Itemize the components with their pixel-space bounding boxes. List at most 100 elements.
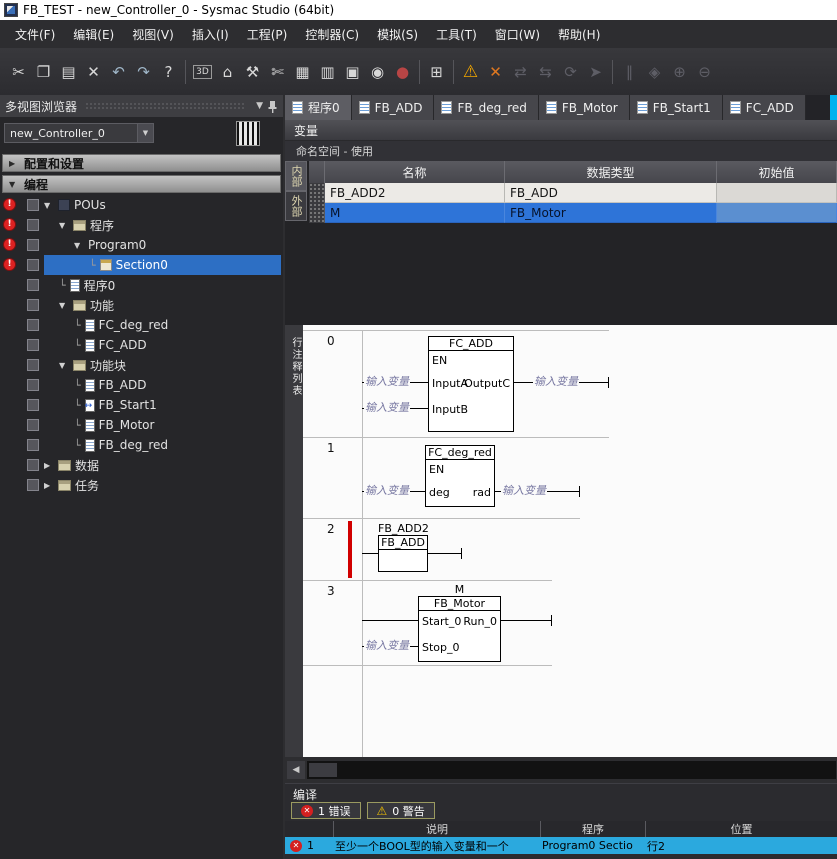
tree-item-fb-motor[interactable]: └ FB_Motor [0, 415, 283, 435]
warning-filter-button[interactable]: ⚠ 0 警告 [367, 802, 435, 819]
chevron-down-icon[interactable]: ▼ [74, 241, 84, 250]
undo-icon[interactable]: ↶ [106, 59, 131, 85]
controller-selector[interactable]: new_Controller_0 ▼ [4, 123, 154, 143]
tree-item-function-blocks-folder[interactable]: ▼ 功能块 [0, 355, 283, 375]
variable-placeholder[interactable]: 输入变量 [364, 639, 410, 652]
menu-view[interactable]: 视图(V) [123, 22, 183, 47]
paste-icon[interactable]: ▤ [56, 59, 81, 85]
synchronize-icon[interactable]: ⟳ [558, 59, 583, 85]
ladder-editor-icon[interactable]: ▣ [340, 59, 365, 85]
tree-item-program0[interactable]: ! ▼ Program0 [0, 235, 283, 255]
pin-icon[interactable] [267, 100, 278, 113]
menu-file[interactable]: 文件(F) [6, 22, 64, 47]
tree-item-fc-deg-red[interactable]: └ FC_deg_red [0, 315, 283, 335]
output-window-icon[interactable]: ⌂ [215, 59, 240, 85]
build-header-location[interactable]: 位置 [645, 821, 837, 837]
variable-placeholder[interactable]: 输入变量 [364, 484, 410, 497]
cross-reference-icon[interactable]: ▥ [315, 59, 340, 85]
input-pin[interactable]: deg [429, 486, 450, 499]
variables-section-bar[interactable]: 变量 [285, 120, 837, 141]
cut-icon[interactable]: ✂ [6, 59, 31, 85]
snip-icon[interactable]: ✄ [265, 59, 290, 85]
pause-icon[interactable]: ∥ [617, 59, 642, 85]
copy-icon[interactable]: ❐ [31, 59, 56, 85]
tab-scroll-indicator[interactable] [830, 95, 837, 120]
variable-type-cell[interactable]: FB_ADD [505, 183, 717, 203]
redo-icon[interactable]: ↷ [131, 59, 156, 85]
output-pin[interactable]: rad [473, 486, 491, 499]
tree-item-section0[interactable]: ! └ Section0 [0, 255, 283, 275]
menu-simulation[interactable]: 模拟(S) [368, 22, 427, 47]
tree-group-programming[interactable]: ▼编程 [0, 174, 283, 195]
scrollbar-track[interactable] [307, 761, 836, 779]
fb-instance-name[interactable]: FB_ADD2 [378, 522, 429, 535]
tree-item-fb-deg-red[interactable]: └ FB_deg_red [0, 435, 283, 455]
tree-item-program0-cn[interactable]: └ 程序0 [0, 275, 283, 295]
row-handle[interactable] [309, 183, 325, 203]
chevron-down-icon[interactable]: ▼ [59, 361, 69, 370]
tree-item-fb-add[interactable]: └ FB_ADD [0, 375, 283, 395]
tab-fb-deg-red[interactable]: FB_deg_red [434, 95, 538, 120]
column-header-datatype[interactable]: 数据类型 [505, 161, 717, 183]
debug-icon[interactable]: ◈ [642, 59, 667, 85]
tab-fb-motor[interactable]: FB_Motor [539, 95, 630, 120]
tree-item-fb-start1[interactable]: └ FB_Start1 [0, 395, 283, 415]
output-pin[interactable]: OutputC [464, 377, 510, 390]
variable-placeholder[interactable]: 输入变量 [364, 375, 410, 388]
chevron-down-icon[interactable]: ▼ [59, 301, 69, 310]
input-pin[interactable]: Start_0 [422, 615, 461, 628]
variable-name-cell[interactable]: FB_ADD2 [325, 183, 505, 203]
variable-placeholder[interactable]: 输入变量 [501, 484, 547, 497]
tree-item-tasks[interactable]: ▶ 任务 [0, 475, 283, 495]
tools-icon[interactable]: ⚒ [240, 59, 265, 85]
zoom-in-icon[interactable]: ⊕ [667, 59, 692, 85]
rung-number[interactable]: 1 [327, 441, 335, 455]
build-header-description[interactable]: 说明 [333, 821, 540, 837]
build-error-row[interactable]: ✕ 1 至少一个BOOL型的输入变量和一个 Program0 Sectio 行2 [285, 837, 837, 854]
variable-type-cell[interactable]: FB_Motor [505, 203, 717, 223]
search-icon[interactable]: ◉ [365, 59, 390, 85]
tab-external-variables[interactable]: 外部 [285, 191, 307, 221]
input-pin[interactable]: Stop_0 [422, 641, 460, 654]
menu-project[interactable]: 工程(P) [238, 22, 297, 47]
tree-item-fc-add[interactable]: └ FC_ADD [0, 335, 283, 355]
view-3d-icon[interactable]: 3D [190, 59, 215, 85]
stop-icon[interactable]: ● [390, 59, 415, 85]
help-icon[interactable]: ? [156, 59, 181, 85]
menu-controller[interactable]: 控制器(C) [296, 22, 368, 47]
chevron-down-icon[interactable]: ▼ [59, 221, 69, 230]
build-header-program[interactable]: 程序 [540, 821, 645, 837]
row-comment-strip[interactable]: 行注释列表 [285, 325, 303, 757]
tree-item-pous[interactable]: ! ▼ POUs [0, 195, 283, 215]
function-block-fc-add[interactable]: FC_ADD EN InputA OutputC InputB [428, 336, 514, 432]
rung-number[interactable]: 3 [327, 584, 335, 598]
tab-internal-variables[interactable]: 内部 [285, 161, 307, 191]
menu-window[interactable]: 窗口(W) [486, 22, 549, 47]
tree-item-functions-folder[interactable]: ▼ 功能 [0, 295, 283, 315]
ladder-canvas[interactable]: 0 1 2 3 FC_ADD EN InputA OutputC InputB … [303, 325, 837, 757]
variable-placeholder[interactable]: 输入变量 [533, 375, 579, 388]
build-error-icon[interactable]: ✕ [483, 59, 508, 85]
tab-fb-add[interactable]: FB_ADD [352, 95, 435, 120]
chevron-right-icon[interactable]: ▶ [44, 461, 54, 470]
table-row[interactable]: FB_ADD2 FB_ADD [309, 183, 837, 203]
variable-initial-cell[interactable] [717, 183, 837, 203]
output-pin[interactable]: Run_0 [463, 615, 497, 628]
tab-fb-start1[interactable]: FB_Start1 [630, 95, 723, 120]
chevron-down-icon[interactable]: ▼ [44, 201, 54, 210]
watch-window-icon[interactable]: ▦ [290, 59, 315, 85]
go-offline-icon[interactable]: ⇆ [533, 59, 558, 85]
function-block-fb-motor[interactable]: FB_Motor Start_0 Run_0 Stop_0 [418, 596, 501, 662]
variable-placeholder[interactable]: 输入变量 [364, 401, 410, 414]
row-handle[interactable] [309, 203, 325, 223]
variable-table-icon[interactable]: ⊞ [424, 59, 449, 85]
tab-fc-add[interactable]: FC_ADD [723, 95, 806, 120]
function-block-fc-deg-red[interactable]: FC_deg_red EN deg rad [425, 445, 495, 507]
rung-number[interactable]: 0 [327, 334, 335, 348]
error-filter-button[interactable]: ✕ 1 错误 [291, 802, 361, 819]
column-header-name[interactable]: 名称 [325, 161, 505, 183]
menu-help[interactable]: 帮助(H) [549, 22, 609, 47]
input-pin[interactable]: InputA [432, 377, 468, 390]
tree-item-programs-folder[interactable]: ! ▼ 程序 [0, 215, 283, 235]
run-mode-icon[interactable]: ➤ [583, 59, 608, 85]
